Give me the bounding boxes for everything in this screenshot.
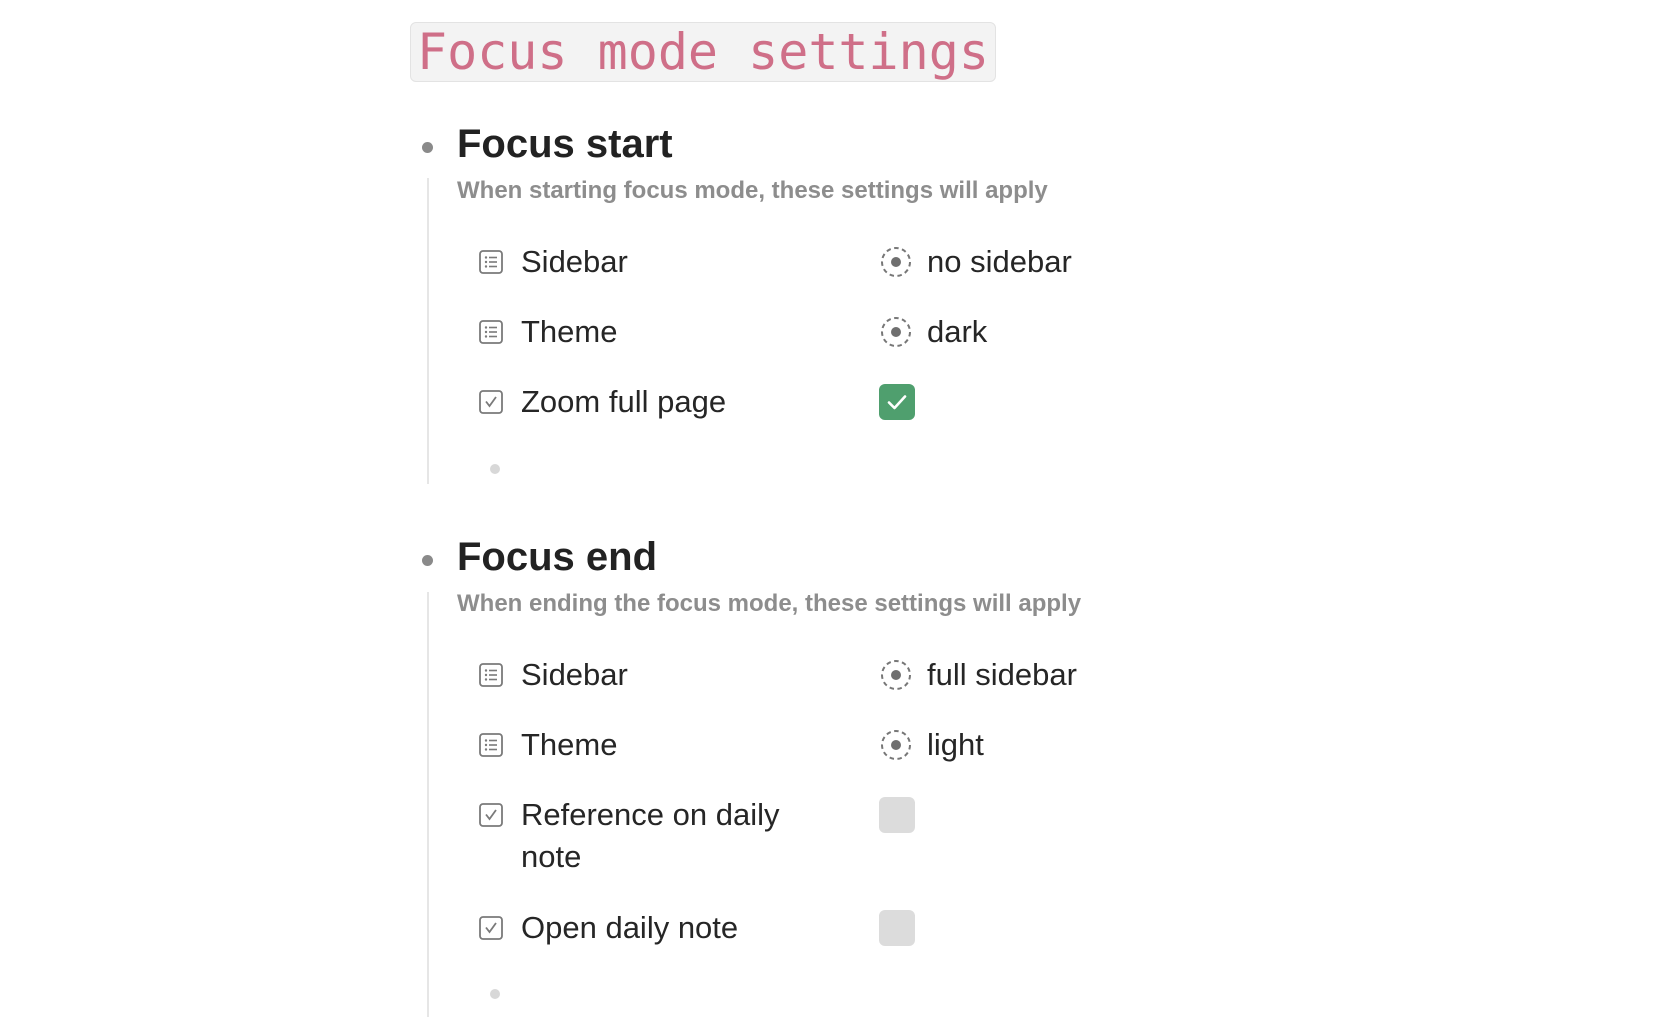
focus-start-theme-select[interactable]: dark bbox=[879, 313, 987, 351]
list-icon bbox=[479, 733, 503, 757]
checkbox-icon bbox=[479, 916, 503, 940]
focus-start-heading: Focus start bbox=[457, 122, 673, 166]
focus-end-open-daily-checkbox[interactable] bbox=[879, 910, 915, 946]
focus-start-empty-bullet[interactable] bbox=[490, 464, 500, 474]
focus-start-zoom-label: Zoom full page bbox=[521, 384, 727, 419]
focus-end-theme-value: light bbox=[927, 727, 984, 762]
focus-start-sidebar-select[interactable]: no sidebar bbox=[879, 243, 1072, 281]
focus-start-sidebar-value: no sidebar bbox=[927, 244, 1072, 279]
focus-end-sidebar-label: Sidebar bbox=[521, 657, 628, 692]
focus-end-guide-line bbox=[427, 592, 429, 1017]
focus-end-sidebar-select[interactable]: full sidebar bbox=[879, 656, 1077, 694]
list-icon bbox=[479, 250, 503, 274]
focus-start-sidebar-label: Sidebar bbox=[521, 244, 628, 279]
focus-start-bullet[interactable] bbox=[422, 142, 433, 153]
list-icon bbox=[479, 663, 503, 687]
select-option-icon bbox=[881, 660, 911, 690]
focus-start-theme-label: Theme bbox=[521, 314, 618, 349]
focus-end-reference-checkbox[interactable] bbox=[879, 797, 915, 833]
focus-start-guide-line bbox=[427, 178, 429, 484]
focus-end-sidebar-value: full sidebar bbox=[927, 657, 1077, 692]
focus-start-description: When starting focus mode, these settings… bbox=[457, 177, 1048, 204]
focus-end-open-daily-label: Open daily note bbox=[521, 910, 739, 945]
focus-end-reference-label: Reference on daily note bbox=[521, 797, 780, 874]
focus-end-heading: Focus end bbox=[457, 535, 658, 579]
focus-start-theme-value: dark bbox=[927, 314, 988, 349]
page-title: Focus mode settings bbox=[417, 23, 989, 81]
checkbox-icon bbox=[479, 803, 503, 827]
focus-end-description: When ending the focus mode, these settin… bbox=[457, 590, 1082, 617]
focus-start-zoom-checkbox[interactable] bbox=[879, 384, 915, 420]
page-title-chip: Focus mode settings bbox=[410, 22, 996, 82]
select-option-icon bbox=[881, 317, 911, 347]
checkbox-icon bbox=[479, 390, 503, 414]
list-icon bbox=[479, 320, 503, 344]
select-option-icon bbox=[881, 247, 911, 277]
focus-end-theme-select[interactable]: light bbox=[879, 726, 984, 764]
focus-end-bullet[interactable] bbox=[422, 555, 433, 566]
focus-end-empty-bullet[interactable] bbox=[490, 989, 500, 999]
check-icon bbox=[887, 395, 907, 410]
focus-settings-page: Focus mode settings Focus start When sta… bbox=[0, 0, 1672, 1022]
select-option-icon bbox=[881, 730, 911, 760]
focus-end-theme-label: Theme bbox=[521, 727, 618, 762]
